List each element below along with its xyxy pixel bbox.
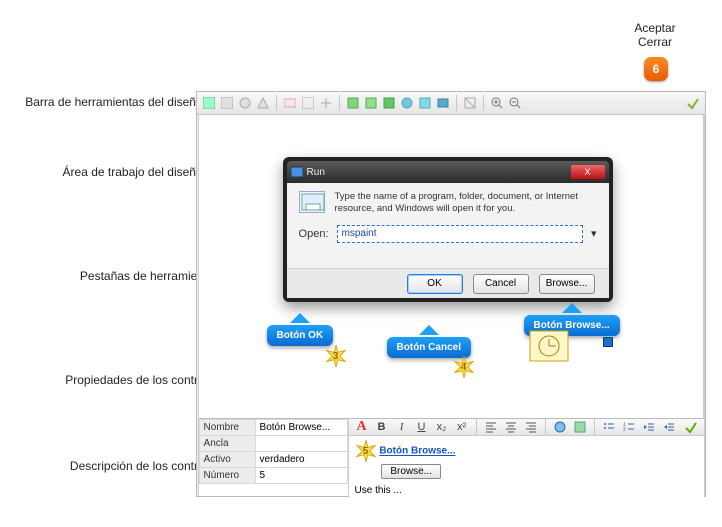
callout-cancel: Botón Cancel: [387, 337, 471, 358]
separator: [483, 95, 484, 111]
indent-button[interactable]: [660, 419, 678, 435]
svg-text:2: 2: [623, 427, 626, 433]
prop-number-key: Número: [199, 468, 255, 484]
close-button[interactable]: X: [571, 165, 605, 179]
zoom-out-icon[interactable]: [507, 95, 523, 111]
run-icon: [291, 166, 303, 178]
open-input[interactable]: [337, 225, 584, 243]
underline-button[interactable]: U: [413, 419, 431, 435]
annotation-close: Cerrar: [600, 35, 710, 49]
callout-ok: Botón OK: [267, 325, 334, 346]
tool-icon[interactable]: [363, 95, 379, 111]
separator: [276, 95, 277, 111]
annotation-accept: Aceptar: [600, 21, 710, 35]
accept-icon[interactable]: [685, 95, 701, 111]
prop-anchor-key: Ancla: [199, 436, 255, 452]
separator: [476, 419, 477, 435]
annotation-toolbar: Barra de herramientas del diseñador: [0, 95, 220, 109]
description-body[interactable]: 5 Botón Browse... Browse... Use this ...: [349, 436, 704, 500]
align-left-button[interactable]: [482, 419, 500, 435]
prop-anchor-val[interactable]: [255, 436, 347, 452]
image-button[interactable]: [571, 419, 589, 435]
vertical-scrollbar[interactable]: [704, 115, 705, 496]
tool-icon[interactable]: [219, 95, 235, 111]
tool-icon[interactable]: [462, 95, 478, 111]
prop-active-key: Activo: [199, 452, 255, 468]
designer-toolbar: [197, 92, 705, 115]
open-label: Open:: [299, 228, 329, 240]
superscript-button[interactable]: x²: [453, 419, 471, 435]
tool-icon[interactable]: [345, 95, 361, 111]
bottom-panel: NombreBotón Browse... Ancla Activoverdad…: [199, 418, 704, 496]
tool-icon[interactable]: [255, 95, 271, 111]
zoom-in-icon[interactable]: [489, 95, 505, 111]
run-dialog-title-text: Run: [307, 167, 325, 178]
tool-icon[interactable]: [300, 95, 316, 111]
run-dialog-buttons: OK Cancel Browse...: [287, 268, 609, 298]
run-dialog: Run X Type the name of a program, folder…: [283, 157, 613, 302]
designer-canvas[interactable]: Run X Type the name of a program, folder…: [199, 115, 704, 418]
clock-icon: [529, 330, 569, 362]
outdent-button[interactable]: [640, 419, 658, 435]
properties-grid: NombreBotón Browse... Ancla Activoverdad…: [199, 419, 349, 496]
prop-active-val[interactable]: verdadero: [255, 452, 347, 468]
cancel-button[interactable]: Cancel: [473, 274, 529, 294]
tool-icon[interactable]: [399, 95, 415, 111]
numbered-list-button[interactable]: 12: [620, 419, 638, 435]
designer-window: Diseñador Áreas de controles Editor de c…: [196, 91, 706, 497]
tool-icon[interactable]: [282, 95, 298, 111]
bold-button[interactable]: B: [373, 419, 391, 435]
annotation-workspace: Área de trabajo del diseñador: [0, 165, 220, 179]
badge-5: 5: [355, 440, 377, 462]
italic-button[interactable]: I: [393, 419, 411, 435]
separator: [545, 419, 546, 435]
font-color-button[interactable]: A: [353, 419, 371, 435]
annotation-tooltabs: Pestañas de herramientas: [0, 269, 220, 283]
run-dialog-title: Run: [291, 166, 325, 178]
run-body-icon: [299, 191, 325, 213]
link-button[interactable]: [551, 419, 569, 435]
prop-name-key: Nombre: [199, 420, 255, 436]
description-usethis: Use this ...: [355, 485, 698, 496]
ok-button[interactable]: OK: [407, 274, 463, 294]
run-dialog-body: Type the name of a program, folder, docu…: [287, 183, 609, 268]
description-toolbar: A B I U x₂ x²: [349, 419, 704, 436]
run-dialog-description: Type the name of a program, folder, docu…: [335, 191, 597, 215]
separator: [456, 95, 457, 111]
description-panel: A B I U x₂ x²: [349, 419, 704, 496]
description-link[interactable]: Botón Browse...: [379, 446, 455, 457]
browse-button[interactable]: Browse...: [539, 274, 595, 294]
canvas-wrap: Run X Type the name of a program, folder…: [199, 115, 704, 496]
prop-number-val[interactable]: 5: [255, 468, 347, 484]
run-dialog-titlebar: Run X: [287, 161, 609, 183]
tool-icon[interactable]: [237, 95, 253, 111]
badge-3: 3: [325, 345, 347, 367]
tool-icon[interactable]: [318, 95, 334, 111]
marker-6: 6: [644, 57, 668, 81]
tool-icon[interactable]: [201, 95, 217, 111]
check-button[interactable]: [682, 419, 700, 435]
subscript-button[interactable]: x₂: [433, 419, 451, 435]
main-area: Diseñador Áreas de controles Editor de c…: [197, 115, 705, 496]
tool-icon[interactable]: [381, 95, 397, 111]
annotation-props: Propiedades de los controles: [0, 373, 220, 387]
prop-name-val[interactable]: Botón Browse...: [255, 420, 347, 436]
badge-4: 4: [453, 356, 475, 378]
dropdown-arrow-icon[interactable]: ▾: [591, 227, 597, 240]
align-right-button[interactable]: [522, 419, 540, 435]
selection-handle[interactable]: [603, 337, 613, 347]
tool-icon[interactable]: [435, 95, 451, 111]
annotation-desc: Descripción de los controles: [0, 459, 220, 473]
align-center-button[interactable]: [502, 419, 520, 435]
separator: [594, 419, 595, 435]
separator: [339, 95, 340, 111]
tool-icon[interactable]: [417, 95, 433, 111]
description-browse-button[interactable]: Browse...: [381, 464, 441, 479]
run-open-row: Open: ▾: [299, 225, 597, 243]
list-button[interactable]: [600, 419, 618, 435]
